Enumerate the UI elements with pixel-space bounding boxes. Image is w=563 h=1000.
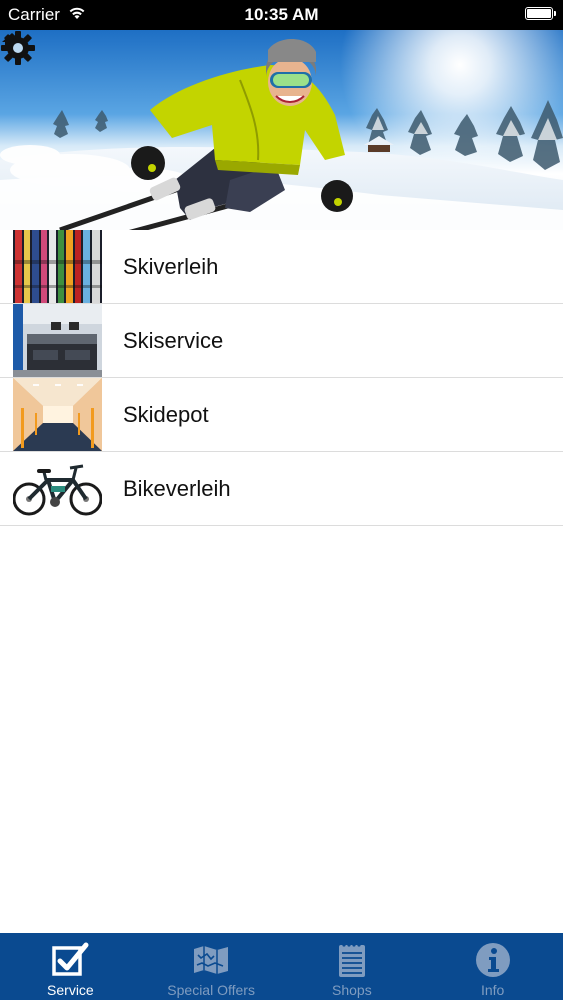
map-icon [194, 946, 229, 974]
tab-shops[interactable]: Shops [282, 933, 423, 1000]
tab-label: Service [47, 982, 94, 998]
info-icon [475, 943, 510, 977]
skier-photo [0, 30, 563, 230]
list-item-label: Skidepot [123, 402, 209, 427]
status-time: 10:35 AM [244, 5, 319, 24]
gear-icon[interactable] [0, 30, 36, 66]
service-list: Skiverleih Skiservice Skidepot Bikeverle… [0, 230, 563, 526]
depot-thumbnail [13, 378, 102, 451]
tab-info[interactable]: Info [422, 933, 563, 1000]
status-bar: Carrier 10:35 AM [0, 0, 563, 30]
battery-icon [525, 7, 556, 20]
hero-banner [0, 30, 563, 230]
list-item-skiverleih[interactable]: Skiverleih [0, 230, 563, 304]
list-item-bikeverleih[interactable]: Bikeverleih [0, 452, 563, 526]
tab-label: Special Offers [167, 982, 255, 998]
notepad-icon [338, 943, 365, 977]
list-item-skidepot[interactable]: Skidepot [0, 378, 563, 452]
list-item-skiservice[interactable]: Skiservice [0, 304, 563, 378]
list-item-label: Skiservice [123, 328, 224, 353]
tab-bar: Service Special Offers Shops Info [0, 933, 563, 1000]
list-item-label: Skiverleih [123, 254, 219, 279]
checkbox-icon [52, 942, 89, 976]
tab-label: Shops [332, 982, 372, 998]
ebike-thumbnail [13, 452, 102, 525]
tab-service[interactable]: Service [0, 933, 141, 1000]
list-item-label: Bikeverleih [123, 476, 231, 501]
tab-label: Info [480, 982, 505, 998]
workshop-thumbnail [13, 304, 102, 377]
skis-thumbnail [13, 230, 102, 303]
tab-special-offers[interactable]: Special Offers [141, 933, 282, 1000]
